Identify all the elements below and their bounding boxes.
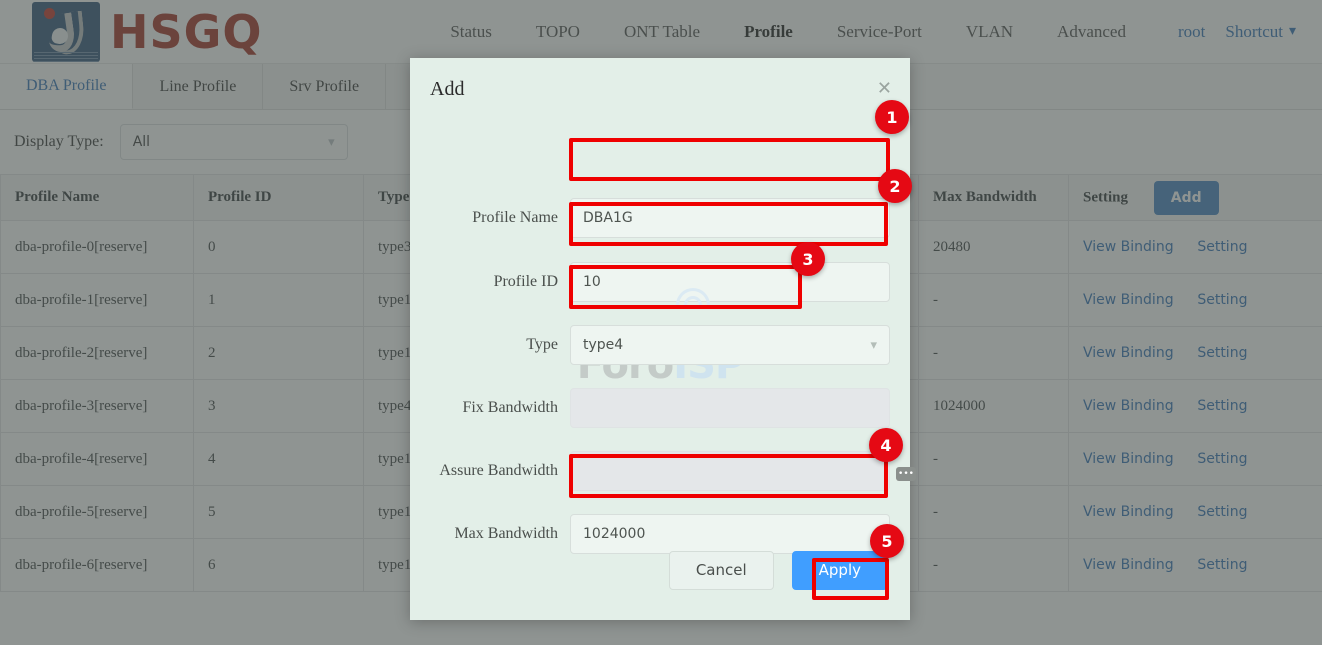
label-type: Type bbox=[526, 336, 558, 353]
step-badge-4: 4 bbox=[869, 428, 903, 462]
profile-name-value: DBA1G bbox=[583, 210, 633, 226]
field-row-max-bandwidth: Max Bandwidth 1024000 bbox=[410, 514, 910, 554]
fix-bandwidth-input bbox=[570, 388, 890, 428]
close-icon[interactable]: ✕ bbox=[877, 80, 892, 98]
label-assure-bandwidth: Assure Bandwidth bbox=[439, 462, 558, 479]
screen: HSGQ Status TOPO ONT Table Profile Servi… bbox=[0, 0, 1322, 645]
profile-id-value: 10 bbox=[583, 274, 601, 290]
field-row-profile-name: Profile Name DBA1G bbox=[410, 198, 910, 238]
chevron-down-icon: ▾ bbox=[870, 337, 877, 353]
label-max-bandwidth: Max Bandwidth bbox=[454, 525, 558, 542]
max-bandwidth-value: 1024000 bbox=[583, 526, 646, 542]
tooltip-dots-icon: ••• bbox=[896, 467, 916, 481]
profile-name-input[interactable]: DBA1G bbox=[570, 198, 890, 238]
assure-bandwidth-input bbox=[570, 451, 890, 491]
step-badge-1: 1 bbox=[875, 100, 909, 134]
dialog-footer: Cancel Apply bbox=[410, 551, 910, 590]
field-row-profile-id: Profile ID 10 bbox=[410, 262, 910, 302]
label-fix-bandwidth: Fix Bandwidth bbox=[462, 399, 558, 416]
apply-button[interactable]: Apply bbox=[791, 551, 888, 590]
step-badge-3: 3 bbox=[791, 242, 825, 276]
step-badge-2: 2 bbox=[878, 169, 912, 203]
cancel-button[interactable]: Cancel bbox=[668, 551, 774, 590]
type-select[interactable]: type4 ▾ bbox=[570, 325, 890, 365]
dialog-header: Add ✕ bbox=[410, 58, 910, 116]
step-badge-5: 5 bbox=[870, 524, 904, 558]
field-row-type: Type type4 ▾ bbox=[410, 325, 910, 365]
max-bandwidth-input[interactable]: 1024000 bbox=[570, 514, 890, 554]
field-row-fix-bandwidth: Fix Bandwidth bbox=[410, 388, 910, 428]
label-profile-name: Profile Name bbox=[472, 209, 558, 226]
type-value: type4 bbox=[583, 337, 624, 353]
field-row-assure-bandwidth: Assure Bandwidth bbox=[410, 451, 910, 491]
add-profile-dialog: Add ✕ ForoISP Profile Name DBA1G Profile… bbox=[410, 58, 910, 620]
profile-id-input[interactable]: 10 bbox=[570, 262, 890, 302]
label-profile-id: Profile ID bbox=[493, 273, 558, 290]
dialog-title: Add bbox=[430, 78, 465, 100]
